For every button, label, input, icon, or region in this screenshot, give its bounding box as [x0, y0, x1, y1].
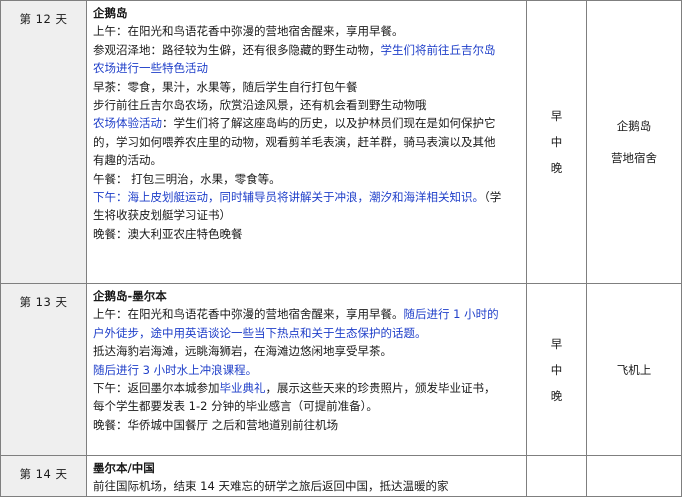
activity-line: 有趣的活动。	[93, 151, 522, 169]
activity-line: 晚餐：华侨城中国餐厅 之后和营地道别前往机场	[93, 416, 522, 434]
activity-line: 下午：返回墨尔本城参加毕业典礼，展示这些天来的珍贵照片，颁发毕业证书，	[93, 379, 522, 397]
meal-breakfast: 早	[550, 336, 563, 351]
activity-line: 抵达海豹岩海滩，远眺海狮岩，在海滩边悠闲地享受早茶。	[93, 342, 522, 360]
day-cell: 第 12 天	[0, 0, 87, 284]
activity-text: 晚餐：澳大利亚农庄特色晚餐	[93, 226, 243, 241]
activity-text: 的，学习如何喂养农庄里的动物，观看剪羊毛表演，赶羊群，骑马表演以及其他	[93, 134, 496, 149]
accommodation-type: 营地宿舍	[611, 151, 657, 165]
meal-lunch: 中	[550, 362, 563, 377]
activity-line: 农场进行一些特色活动	[93, 59, 522, 77]
activity-line: 的，学习如何喂养农庄里的动物，观看剪羊毛表演，赶羊群，骑马表演以及其他	[93, 133, 522, 151]
accommodation-location: 飞机上	[616, 362, 652, 377]
highlighted-text: 下午：海上皮划艇运动，同时辅导员将讲解关于冲浪，潮汐和海洋相关知识。	[93, 190, 484, 205]
activity-line: 农场体验活动：学生们将了解这座岛屿的历史，以及护林员们现在是如何保护它	[93, 114, 522, 132]
activity-line: 户外徒步，途中用英语谈论一些当下热点和关于生态保护的话题。	[93, 324, 522, 342]
activity-text: 上午：在阳光和鸟语花香中弥漫的营地宿舍醒来，享用早餐。	[93, 24, 404, 39]
activity-line: 参观沼泽地：路径较为生僻，还有很多隐藏的野生动物，学生们将前往丘吉尔岛	[93, 41, 522, 59]
meal-dinner: 晚	[550, 388, 563, 403]
activity-text: 每个学生都要发表 1-2 分钟的毕业感言（可提前准备）。	[93, 399, 378, 414]
meal-dinner: 晚	[550, 161, 563, 175]
activity-line: 步行前往丘吉尔岛农场，欣赏沿途风景，还有机会看到野生动物哦	[93, 96, 522, 114]
activity-text: 早茶：零食，果汁，水果等，随后学生自行打包午餐	[93, 79, 358, 94]
accommodation-cell: 飞机上	[586, 283, 682, 456]
meal-lunch: 中	[550, 135, 563, 149]
activity-text: 下午：返回墨尔本城参加	[93, 381, 220, 396]
activity-text: 晚餐：华侨城中国餐厅 之后和营地道别前往机场	[93, 417, 339, 432]
highlighted-text: 户外徒步，途中用英语谈论一些当下热点和关于生态保护的话题。	[93, 325, 427, 340]
day-label: 第 14 天	[19, 467, 68, 481]
activity-lines: 上午：在阳光和鸟语花香中弥漫的营地宿舍醒来，享用早餐。 参观沼泽地：路径较为生僻，…	[93, 22, 522, 243]
day-content: 企鹅岛 上午：在阳光和鸟语花香中弥漫的营地宿舍醒来，享用早餐。 参观沼泽地：路径较…	[86, 0, 527, 284]
activity-text: 抵达海豹岩海滩，远眺海狮岩，在海滩边悠闲地享受早茶。	[93, 344, 392, 359]
activity-line: 早茶：零食，果汁，水果等，随后学生自行打包午餐	[93, 78, 522, 96]
activity-line: 前往国际机场，结束 14 天难忘的研学之旅后返回中国，抵达温暖的家	[93, 477, 522, 495]
highlighted-text: 随后进行 1 小时的	[403, 307, 499, 322]
activity-line: 下午：海上皮划艇运动，同时辅导员将讲解关于冲浪，潮汐和海洋相关知识。（学	[93, 188, 522, 206]
activity-text: ：学生们将了解这座岛屿的历史，以及护林员们现在是如何保护它	[162, 116, 496, 131]
activity-line: 生将收获皮划艇学习证书）	[93, 206, 522, 224]
day-title: 企鹅岛-墨尔本	[93, 289, 167, 303]
activity-text: （学	[484, 190, 502, 205]
highlighted-text: 随后进行 3 小时水上冲浪课程。	[93, 362, 258, 377]
activity-line: 午餐： 打包三明治，水果，零食等。	[93, 170, 522, 188]
meals-cell: 早 中 晚	[526, 283, 587, 456]
activity-text: ，展示这些天来的珍贵照片，颁发毕业证书，	[265, 381, 496, 396]
day-title: 企鹅岛	[93, 6, 128, 20]
highlighted-text: 学生们将前往丘吉尔岛	[380, 42, 496, 57]
accommodation-cell: 企鹅岛 营地宿舍	[586, 0, 682, 284]
accommodation-location: 企鹅岛	[616, 119, 652, 133]
meals-cell	[526, 455, 587, 497]
day-cell: 第 14 天	[0, 455, 87, 497]
meal-breakfast: 早	[550, 109, 563, 123]
highlighted-text: 毕业典礼	[219, 381, 266, 396]
activity-line: 上午：在阳光和鸟语花香中弥漫的营地宿舍醒来，享用早餐。	[93, 22, 522, 40]
activity-line: 晚餐：澳大利亚农庄特色晚餐	[93, 225, 522, 243]
activity-lines: 前往国际机场，结束 14 天难忘的研学之旅后返回中国，抵达温暖的家	[93, 477, 522, 495]
activity-text: 有趣的活动。	[93, 153, 162, 168]
activity-text: 上午：在阳光和鸟语花香中弥漫的营地宿舍醒来，享用早餐。	[93, 307, 404, 322]
activity-line: 随后进行 3 小时水上冲浪课程。	[93, 361, 522, 379]
activity-text: 参观沼泽地：路径较为生僻，还有很多隐藏的野生动物，	[93, 42, 381, 57]
highlighted-text: 农场体验活动	[93, 116, 162, 131]
itinerary-row-day-13: 第 13 天 企鹅岛-墨尔本 上午：在阳光和鸟语花香中弥漫的营地宿舍醒来，享用早…	[0, 283, 682, 456]
itinerary-table: 第 12 天 企鹅岛 上午：在阳光和鸟语花香中弥漫的营地宿舍醒来，享用早餐。 参观…	[0, 0, 682, 497]
accommodation-cell	[586, 455, 682, 497]
itinerary-row-day-12: 第 12 天 企鹅岛 上午：在阳光和鸟语花香中弥漫的营地宿舍醒来，享用早餐。 参观…	[0, 0, 682, 284]
activity-text: 午餐： 打包三明治，水果，零食等。	[93, 171, 281, 186]
day-content: 墨尔本/中国 前往国际机场，结束 14 天难忘的研学之旅后返回中国，抵达温暖的家	[86, 455, 527, 497]
activity-text: 步行前往丘吉尔岛农场，欣赏沿途风景，还有机会看到野生动物哦	[93, 98, 427, 113]
activity-line: 每个学生都要发表 1-2 分钟的毕业感言（可提前准备）。	[93, 397, 522, 415]
day-title: 墨尔本/中国	[93, 461, 155, 475]
day-label: 第 12 天	[19, 12, 68, 26]
activity-line: 上午：在阳光和鸟语花香中弥漫的营地宿舍醒来，享用早餐。随后进行 1 小时的	[93, 305, 522, 323]
day-label: 第 13 天	[19, 295, 68, 309]
highlighted-text: 农场进行一些特色活动	[93, 61, 208, 76]
day-content: 企鹅岛-墨尔本 上午：在阳光和鸟语花香中弥漫的营地宿舍醒来，享用早餐。随后进行 …	[86, 283, 527, 456]
activity-text: 前往国际机场，结束 14 天难忘的研学之旅后返回中国，抵达温暖的家	[93, 479, 449, 494]
meals-cell: 早 中 晚	[526, 0, 587, 284]
activity-text: 生将收获皮划艇学习证书）	[93, 208, 231, 223]
itinerary-row-day-14: 第 14 天 墨尔本/中国 前往国际机场，结束 14 天难忘的研学之旅后返回中国…	[0, 455, 682, 497]
day-cell: 第 13 天	[0, 283, 87, 456]
activity-lines: 上午：在阳光和鸟语花香中弥漫的营地宿舍醒来，享用早餐。随后进行 1 小时的 户外徒…	[93, 305, 522, 434]
